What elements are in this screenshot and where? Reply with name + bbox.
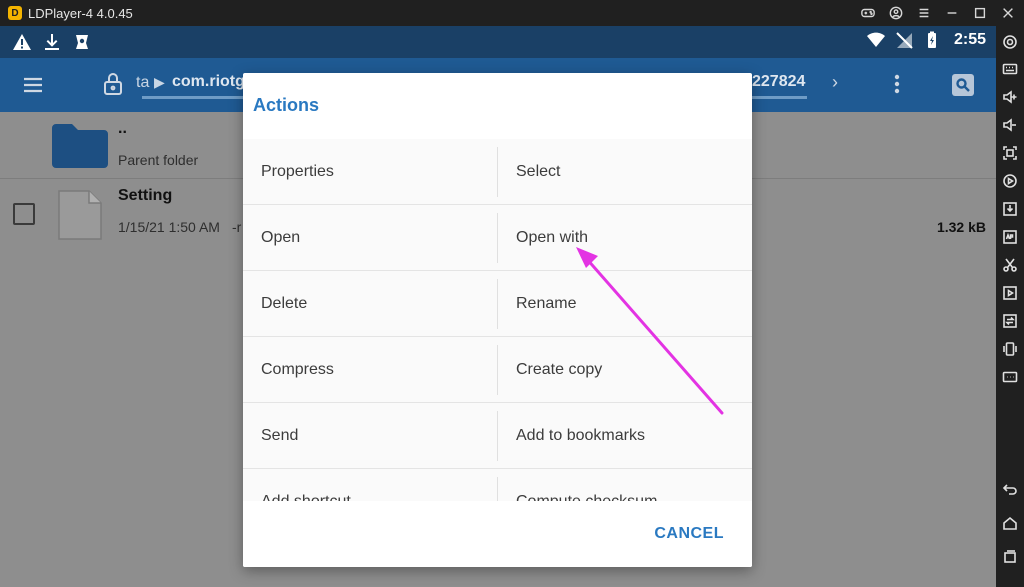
wifi-icon [866,32,885,47]
clock: 2:55 [953,31,986,48]
action-row: Delete Rename [243,271,752,337]
download-icon [45,34,59,50]
action-row: Add shortcut Compute checksum [243,469,752,501]
settings-icon[interactable] [1000,32,1020,52]
cancel-button[interactable]: CANCEL [654,525,724,543]
action-properties[interactable]: Properties [243,139,497,205]
file-permissions: -r [232,219,242,235]
action-send[interactable]: Send [243,403,497,469]
emulator-window: D LDPlayer-4 4.0.45 2:55 ta ▶ com.riotg … [0,0,1024,587]
maximize-icon[interactable] [972,5,988,21]
action-row: Properties Select [243,139,752,205]
action-add-to-bookmarks[interactable]: Add to bookmarks [498,403,752,469]
parent-folder-name: .. [118,120,127,137]
dialog-footer: CANCEL [243,501,752,567]
action-row: Send Add to bookmarks [243,403,752,469]
action-compress[interactable]: Compress [243,337,497,403]
hamburger-menu-icon[interactable] [22,74,44,96]
folder-icon [50,122,110,168]
record-icon[interactable] [1000,171,1020,191]
android-screen: 2:55 ta ▶ com.riotg 227824 › .. Parent f… [0,26,996,587]
app-notification-icon [76,35,88,49]
volume-down-icon[interactable] [1000,115,1020,135]
close-icon[interactable] [1000,5,1016,21]
dialog-title: Actions [253,95,320,115]
action-create-copy[interactable]: Create copy [498,337,752,403]
lock-icon[interactable] [102,72,124,96]
window-controls [860,0,1016,26]
apk-icon[interactable] [1000,227,1020,247]
account-icon[interactable] [888,5,904,21]
scissors-icon[interactable] [1000,255,1020,275]
menu-icon[interactable] [916,5,932,21]
action-add-shortcut[interactable]: Add shortcut [243,469,497,501]
window-title: LDPlayer-4 4.0.45 [28,5,133,21]
android-statusbar: 2:55 [0,26,996,58]
breadcrumb-current[interactable]: com.riotg [172,73,245,91]
no-signal-icon [896,32,913,49]
shake-icon[interactable] [1000,339,1020,359]
action-row: Compress Create copy [243,337,752,403]
action-delete[interactable]: Delete [243,271,497,337]
file-size: 1.32 kB [936,219,986,235]
video-icon[interactable] [1000,283,1020,303]
action-open-with[interactable]: Open with [498,205,752,271]
volume-up-icon[interactable] [1000,87,1020,107]
home-icon[interactable] [1000,513,1020,533]
screenshot-icon[interactable] [1000,143,1020,163]
file-date: 1/15/21 1:50 AM [118,219,220,235]
more-icon[interactable] [1000,367,1020,387]
breadcrumb-separator-icon: ▶ [154,74,165,90]
sync-icon[interactable] [1000,311,1020,331]
actions-grid: Properties Select Open Open with Delete … [243,139,752,501]
keyboard-icon[interactable] [1000,59,1020,79]
file-icon [57,189,103,241]
window-titlebar: D LDPlayer-4 4.0.45 [0,0,1024,26]
breadcrumb-tail[interactable]: 227824 [752,73,805,91]
minimize-icon[interactable] [944,5,960,21]
ldplayer-logo-icon: D [8,6,22,20]
action-rename[interactable]: Rename [498,271,752,337]
action-row: Open Open with [243,205,752,271]
install-icon[interactable] [1000,199,1020,219]
emulator-toolbar [996,26,1024,587]
parent-folder-label: Parent folder [118,152,199,168]
actions-dialog: Actions Properties Select Open Open with… [243,73,752,567]
more-options-icon[interactable] [887,72,907,96]
gamepad-icon[interactable] [860,5,876,21]
back-icon[interactable] [1000,479,1020,499]
breadcrumb-previous[interactable]: ta [136,74,149,92]
breadcrumb-next-icon[interactable]: › [832,72,838,93]
file-name: Setting [118,187,173,204]
action-select[interactable]: Select [498,139,752,205]
action-open[interactable]: Open [243,205,497,271]
recents-icon[interactable] [1000,547,1020,567]
file-checkbox[interactable] [13,203,35,225]
action-compute-checksum[interactable]: Compute checksum [498,469,752,501]
search-icon[interactable] [952,74,974,96]
warning-icon [13,34,31,50]
battery-icon [927,31,936,48]
